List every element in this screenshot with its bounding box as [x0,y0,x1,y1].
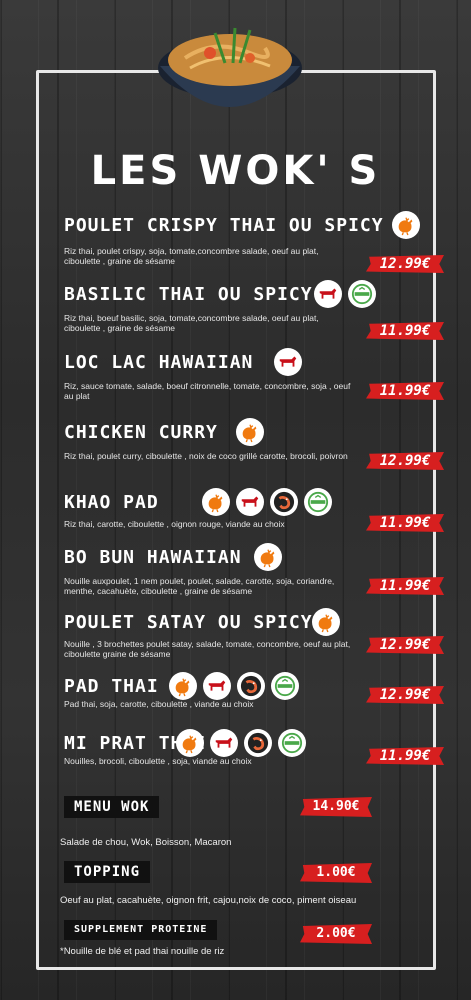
topping-label: TOPPING [64,861,151,883]
menu-item-price: 11.99€ [366,322,444,340]
topping-price: 1.00€ [300,863,372,883]
beef-icon [274,348,302,376]
menu-item-icons [314,280,376,308]
menu-item-icons [274,348,302,376]
menu-item-name: BASILIC THAI OU SPICY [64,284,313,305]
menu-item-price: 11.99€ [366,747,444,765]
menu-item-name: LOC LAC HAWAIIAN [64,352,254,373]
menu-item-price: 11.99€ [366,382,444,400]
menu-item-icons [236,418,264,446]
menu-item-description: Nouille auxpoulet, 1 nem poulet, poulet,… [64,576,335,596]
menu-item-price: 11.99€ [366,577,444,595]
menu-item-description: Riz thai, poulet crispy, soja, tomate,co… [64,246,319,266]
shrimp-icon [237,672,265,700]
page-title: LES WOK' S [90,148,381,194]
menu-wok-price: 14.90€ [300,797,372,817]
supplement-price: 2.00€ [300,924,372,944]
chicken-icon [254,543,282,571]
menu-wok-label: MENU WOK [64,796,160,818]
beef-icon [203,672,231,700]
supplement-note: *Nouille de blé et pad thai nouille de r… [60,946,225,957]
vegetarian-icon [304,488,332,516]
chicken-icon [169,672,197,700]
vegetarian-icon [271,672,299,700]
vegetarian-icon [348,280,376,308]
menu-item-name: KHAO PAD [64,492,159,513]
menu-item-description: Pad thai, soja, carotte, ciboulette , vi… [64,699,254,709]
menu-item-description: Riz thai, poulet curry, ciboulette , noi… [64,451,348,461]
menu-item-icons [392,211,420,239]
shrimp-icon [244,729,272,757]
chicken-icon [176,729,204,757]
menu-item-description: Riz thai, boeuf basilic, soja, tomate,co… [64,313,319,333]
menu-item-price: 11.99€ [366,514,444,532]
chicken-icon [312,608,340,636]
menu-item-price: 12.99€ [366,255,444,273]
chicken-icon [202,488,230,516]
wok-bowl-image [158,27,302,107]
menu-item-price: 12.99€ [366,452,444,470]
menu-item-icons [312,608,340,636]
menu-item-name: POULET SATAY OU SPICY [64,612,313,633]
menu-item-price: 12.99€ [366,636,444,654]
beef-icon [236,488,264,516]
menu-item-icons [202,488,332,516]
shrimp-icon [270,488,298,516]
vegetarian-icon [278,729,306,757]
menu-item-icons [176,729,306,757]
topping-desc: Oeuf au plat, cacahuète, oignon frit, ca… [60,895,357,906]
beef-icon [210,729,238,757]
beef-icon [314,280,342,308]
menu-item-description: Nouilles, brocoli, ciboulette , soja, vi… [64,756,252,766]
chicken-icon [392,211,420,239]
menu-item-description: Riz, sauce tomate, salade, boeuf citronn… [64,381,351,401]
menu-item-icons [169,672,299,700]
menu-item-icons [254,543,282,571]
menu-wok-desc: Salade de chou, Wok, Boisson, Macaron [60,837,232,848]
menu-item-name: BO BUN HAWAIIAN [64,547,242,568]
menu-item-description: Nouille , 3 brochettes poulet satay, sal… [64,639,351,659]
menu-item-name: PAD THAI [64,676,159,697]
menu-item-name: CHICKEN CURRY [64,422,218,443]
chicken-icon [236,418,264,446]
menu-item-name: POULET CRISPY THAI OU SPICY [64,215,384,236]
supplement-label: SUPPLEMENT PROTEINE [64,920,218,940]
menu-item-description: Riz thai, carotte, ciboulette , oignon r… [64,519,285,529]
menu-item-price: 12.99€ [366,686,444,704]
